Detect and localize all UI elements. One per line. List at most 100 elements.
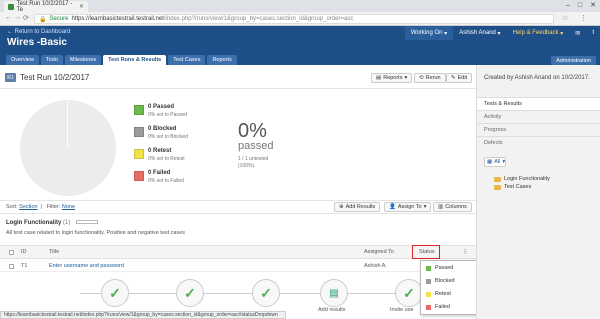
browser-tab[interactable]: Test Run 10/2/2017 - Te ✕ xyxy=(4,0,88,13)
working-on-label: Working On xyxy=(410,30,443,36)
forward-icon[interactable]: → xyxy=(14,14,21,21)
columns-icon: ▥ xyxy=(438,204,444,210)
working-on-button[interactable]: Working On ▾ xyxy=(404,26,454,40)
assign-to-button[interactable]: 👤 Assign To ▾ xyxy=(384,202,432,212)
return-to-dashboard-link[interactable]: ← Return to Dashboard xyxy=(7,29,70,35)
section-title: Login Functionality (1) xyxy=(6,220,99,226)
add-results-doc-icon: ▤ xyxy=(320,279,348,307)
status-option-label: Retest xyxy=(435,291,451,297)
folder-icon xyxy=(494,184,501,190)
columns-label: Columns xyxy=(445,204,467,210)
all-filter-button[interactable]: ▦ All ▾ xyxy=(484,157,506,167)
rerun-label: Rerun xyxy=(425,75,441,81)
tree-item[interactable]: Login Functionality xyxy=(494,176,550,182)
tab-test-runs-results[interactable]: Test Runs & Results xyxy=(103,55,167,65)
col-id[interactable]: ID xyxy=(21,249,27,255)
help-feedback-button[interactable]: Help & Feedback ▾ xyxy=(507,26,570,40)
bookmark-star-icon[interactable]: ☆ xyxy=(562,14,568,22)
row-id: T1 xyxy=(21,263,28,269)
reports-button[interactable]: ▤ Reports ▾ xyxy=(371,73,413,83)
minimize-icon[interactable]: – xyxy=(566,2,570,9)
run-badge: R1 xyxy=(5,73,16,82)
tab-todo[interactable]: Todo xyxy=(40,55,63,65)
pie-divider xyxy=(67,100,68,148)
untested-percent: (100%). xyxy=(238,163,256,169)
url-input[interactable]: 🔒 Secure https://learnbasictestrail.test… xyxy=(34,14,554,24)
sort-link[interactable]: Section xyxy=(19,204,37,210)
user-name: Ashish Anand xyxy=(459,30,496,36)
section-progress-bar xyxy=(76,220,99,225)
browser-menu-icon[interactable]: ⋮ xyxy=(580,14,587,22)
column-options-icon[interactable]: ⠿ xyxy=(463,249,467,256)
status-option-label: Blocked xyxy=(435,278,455,284)
browser-tab-bar xyxy=(0,0,600,12)
stat-subtext: 0% set to Failed xyxy=(148,178,184,184)
col-status[interactable]: Status xyxy=(419,249,435,255)
assign-icon: 👤 xyxy=(389,204,396,210)
section-count: (1) xyxy=(63,220,71,226)
assign-to-label: Assign To xyxy=(397,204,422,210)
all-label: All xyxy=(494,159,501,165)
tab-reports[interactable]: Reports xyxy=(207,55,237,65)
main-nav-tabs: Overview Todo Milestones Test Runs & Result… xyxy=(6,55,237,65)
reports-label: Reports xyxy=(383,75,403,81)
tab-overview[interactable]: Overview xyxy=(6,55,39,65)
maximize-icon[interactable]: □ xyxy=(578,2,582,9)
page-title: Test Run 10/2/2017 xyxy=(20,73,90,82)
user-menu-button[interactable]: Ashish Anand ▾ xyxy=(453,26,506,40)
edit-label: Edit xyxy=(457,75,468,81)
mail-icon[interactable]: ✉ xyxy=(569,26,586,40)
back-icon[interactable]: ← xyxy=(5,14,12,21)
tab-close-icon[interactable]: ✕ xyxy=(79,3,84,10)
tab-title: Test Run 10/2/2017 - Te xyxy=(16,0,73,13)
stat-label: 0 Retest xyxy=(148,148,172,154)
row-checkbox[interactable] xyxy=(9,264,14,269)
twitter-icon[interactable]: t xyxy=(586,26,600,40)
tree-item[interactable]: Test Cases xyxy=(494,184,531,190)
columns-button[interactable]: ▥ Columns xyxy=(433,202,472,212)
url-text: https://learnbasictestrail.testrail.net/… xyxy=(72,16,354,22)
reload-icon[interactable]: ⟳ xyxy=(23,14,29,22)
folder-icon xyxy=(494,176,501,182)
status-color-icon xyxy=(426,278,431,284)
table-header xyxy=(0,245,476,259)
sidebar-item-tests-results[interactable]: Tests & Results xyxy=(477,97,600,110)
status-swatch xyxy=(134,149,144,159)
tab-milestones[interactable]: Milestones xyxy=(64,55,102,65)
workflow-step-check-icon: ✓ xyxy=(101,279,129,307)
tree-icon: ▦ xyxy=(487,159,493,165)
window-close-icon[interactable]: ✕ xyxy=(590,1,596,9)
status-swatch xyxy=(134,171,144,181)
untested-count: 1 / 1 untested xyxy=(238,156,269,162)
sort-filter-text: Sort: Section | Filter: None xyxy=(6,204,76,210)
url-host: https://learnbasictestrail.testrail.net xyxy=(71,16,164,22)
workflow-step-check-icon: ✓ xyxy=(252,279,280,307)
workflow-step-check-icon: ✓ xyxy=(395,279,423,307)
filter-label: Filter: xyxy=(46,204,61,210)
col-title[interactable]: Title xyxy=(49,249,59,255)
row-assigned-to: Ashish A. xyxy=(364,263,387,269)
status-color-icon xyxy=(426,304,431,310)
add-icon: ⊕ xyxy=(339,204,344,210)
edit-button[interactable]: ✎ Edit xyxy=(446,73,473,83)
add-results-button[interactable]: ⊕ Add Results xyxy=(334,202,381,212)
filter-link[interactable]: None xyxy=(62,204,75,210)
sidebar-item-progress[interactable]: Progress xyxy=(477,123,600,136)
section-description: All test case related to login functiona… xyxy=(6,230,186,236)
rerun-button[interactable]: ⟲ Rerun xyxy=(414,73,446,83)
select-all-checkbox[interactable] xyxy=(9,250,14,255)
status-option-label: Failed xyxy=(435,304,450,310)
tab-test-cases[interactable]: Test Cases xyxy=(168,55,206,65)
help-label: Help & Feedback xyxy=(512,30,559,36)
col-assigned-to[interactable]: Assigned To xyxy=(364,249,394,255)
row-title-link[interactable]: Enter username and password xyxy=(49,263,124,269)
administration-tab[interactable]: Administration xyxy=(551,56,596,65)
workflow-step-check-icon: ✓ xyxy=(176,279,204,307)
status-color-icon xyxy=(426,265,431,271)
status-swatch xyxy=(134,105,144,115)
rerun-icon: ⟲ xyxy=(419,75,424,81)
sidebar-item-activity[interactable]: Activity xyxy=(477,110,600,123)
secure-label: Secure xyxy=(49,16,69,22)
sidebar-item-defects[interactable]: Defects xyxy=(477,136,600,149)
workflow-label-invite-users: Invite use xyxy=(390,307,414,313)
